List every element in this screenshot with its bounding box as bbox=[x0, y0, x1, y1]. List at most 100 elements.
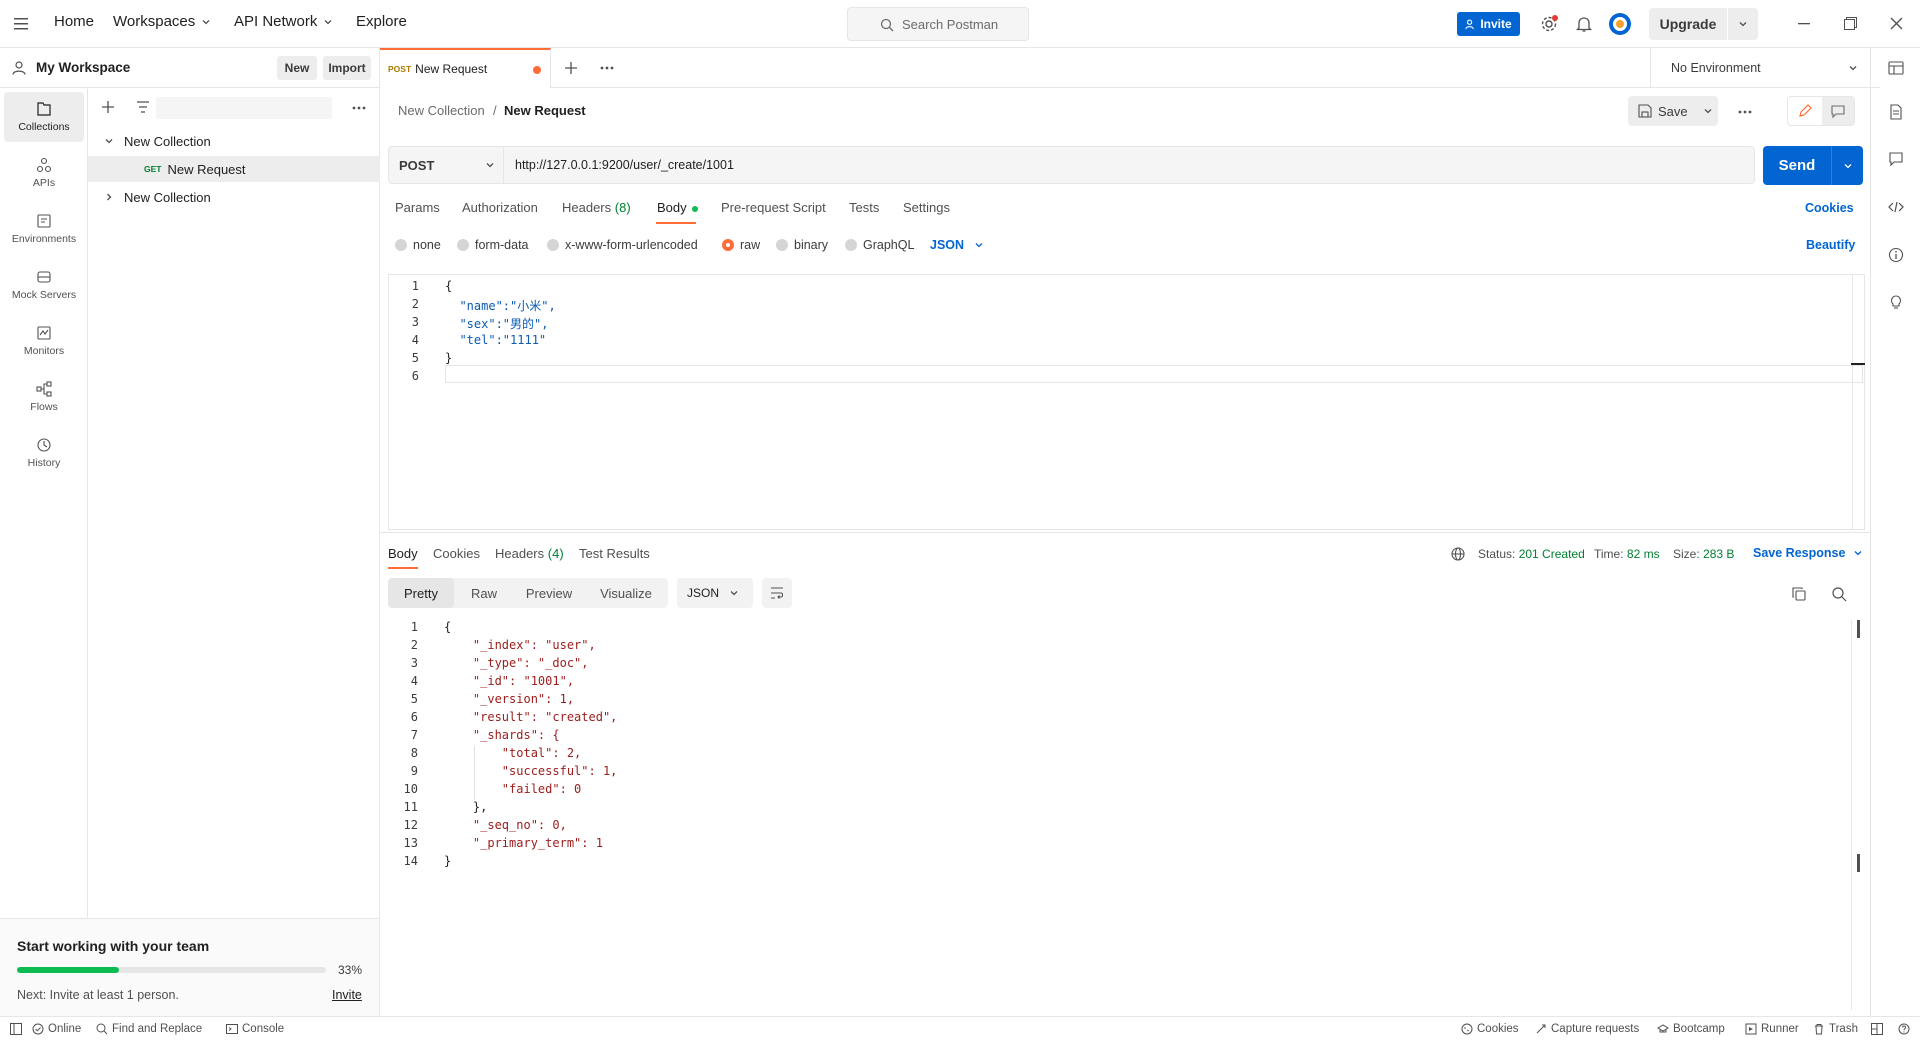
method-select[interactable]: POST bbox=[389, 147, 504, 183]
radio-x-www-form-urlencoded[interactable]: x-www-form-urlencoded bbox=[547, 238, 698, 252]
nav-api-network[interactable]: API Network bbox=[234, 13, 333, 30]
tab-body[interactable]: Body bbox=[657, 200, 699, 215]
wrap-lines-button[interactable] bbox=[762, 578, 792, 608]
rail-item-apis[interactable]: APIs bbox=[4, 148, 84, 198]
minimize-icon[interactable] bbox=[1798, 23, 1810, 25]
tree-item-request[interactable]: GET New Request bbox=[88, 156, 380, 182]
breadcrumb-collection[interactable]: New Collection bbox=[398, 103, 485, 118]
view-visualize[interactable]: Visualize bbox=[584, 578, 668, 608]
nav-workspaces[interactable]: Workspaces bbox=[113, 13, 211, 30]
response-size[interactable]: Size: 283 B bbox=[1673, 547, 1734, 561]
response-status[interactable]: Status: 201 Created bbox=[1478, 547, 1585, 561]
close-window-icon[interactable] bbox=[1890, 17, 1903, 30]
view-pretty[interactable]: Pretty bbox=[388, 578, 454, 608]
sidebar-search-input[interactable] bbox=[156, 97, 332, 119]
onboarding-invite-link[interactable]: Invite bbox=[332, 988, 362, 1002]
radio-raw[interactable]: raw bbox=[722, 238, 760, 252]
notifications-icon[interactable] bbox=[1576, 15, 1592, 33]
add-collection-icon[interactable] bbox=[101, 100, 115, 114]
find-and-replace[interactable]: Find and Replace bbox=[96, 1023, 202, 1035]
tab-new-request[interactable]: POST New Request bbox=[380, 48, 551, 88]
response-tab-cookies[interactable]: Cookies bbox=[433, 546, 480, 561]
avatar[interactable] bbox=[1608, 12, 1632, 36]
search-response-icon[interactable] bbox=[1831, 586, 1847, 602]
rail-item-collections[interactable]: Collections bbox=[4, 92, 84, 142]
view-preview[interactable]: Preview bbox=[514, 578, 584, 608]
upgrade-dropdown-button[interactable] bbox=[1728, 8, 1758, 40]
nav-home[interactable]: Home bbox=[54, 13, 94, 30]
info-icon[interactable] bbox=[1888, 247, 1904, 263]
environment-select[interactable]: No Environment bbox=[1650, 48, 1880, 88]
view-raw[interactable]: Raw bbox=[454, 578, 514, 608]
scroll-thumb[interactable] bbox=[1857, 854, 1860, 872]
menu-icon[interactable] bbox=[14, 17, 30, 31]
rail-item-monitors[interactable]: Monitors bbox=[4, 316, 84, 366]
online-status[interactable]: Online bbox=[32, 1023, 81, 1035]
edit-icon[interactable] bbox=[1788, 97, 1822, 125]
tab-options-icon[interactable] bbox=[600, 66, 614, 70]
upgrade-button[interactable]: Upgrade bbox=[1649, 8, 1727, 40]
response-tab-headers[interactable]: Headers (4) bbox=[495, 546, 564, 561]
breadcrumb-request[interactable]: New Request bbox=[504, 103, 586, 118]
radio-binary[interactable]: binary bbox=[776, 238, 828, 252]
help-icon[interactable] bbox=[1898, 1023, 1910, 1035]
toggle-sidebar-icon[interactable] bbox=[10, 1023, 22, 1035]
rail-item-history[interactable]: History bbox=[4, 428, 84, 478]
runner[interactable]: Runner bbox=[1745, 1023, 1799, 1035]
tab-params[interactable]: Params bbox=[395, 200, 440, 215]
lightbulb-icon[interactable] bbox=[1888, 294, 1904, 310]
new-tab-icon[interactable] bbox=[564, 61, 578, 75]
trash[interactable]: Trash bbox=[1813, 1023, 1858, 1035]
response-format-select[interactable]: JSON bbox=[677, 578, 753, 608]
response-time[interactable]: Time: 82 ms bbox=[1594, 547, 1660, 561]
maximize-icon[interactable] bbox=[1844, 17, 1857, 30]
radio-graphql[interactable]: GraphQL bbox=[845, 238, 914, 252]
nav-explore[interactable]: Explore bbox=[356, 13, 407, 30]
scroll-thumb[interactable] bbox=[1857, 620, 1860, 638]
response-tab-test-results[interactable]: Test Results bbox=[579, 546, 650, 561]
editor-scrollbar[interactable] bbox=[1852, 275, 1853, 529]
settings-icon[interactable] bbox=[1540, 15, 1558, 33]
search-input[interactable]: Search Postman bbox=[847, 7, 1029, 41]
body-format-select[interactable]: JSON bbox=[930, 238, 984, 252]
cookies-link[interactable]: Cookies bbox=[1805, 201, 1854, 215]
response-scrollbar[interactable] bbox=[1851, 620, 1852, 1010]
bootcamp[interactable]: Bootcamp bbox=[1657, 1023, 1725, 1035]
rail-item-environments[interactable]: Environments bbox=[4, 204, 84, 254]
workspace-title[interactable]: My Workspace bbox=[36, 60, 130, 75]
response-tab-body[interactable]: Body bbox=[388, 546, 418, 561]
tree-item-collection[interactable]: New Collection bbox=[88, 128, 380, 154]
response-divider[interactable] bbox=[380, 532, 1870, 533]
comments-icon[interactable] bbox=[1888, 151, 1904, 167]
request-body-editor[interactable]: 1 2 3 4 5 6 { "name":"小米", "sex":"男的", "… bbox=[388, 274, 1865, 530]
send-button[interactable]: Send bbox=[1763, 146, 1863, 185]
import-button[interactable]: Import bbox=[323, 56, 371, 80]
console-button[interactable]: Console bbox=[226, 1023, 284, 1035]
save-response-button[interactable]: Save Response bbox=[1753, 546, 1863, 560]
filter-icon[interactable] bbox=[136, 101, 150, 113]
statusbar-cookies[interactable]: Cookies bbox=[1461, 1023, 1519, 1035]
capture-requests[interactable]: Capture requests bbox=[1535, 1023, 1639, 1035]
save-button[interactable]: Save bbox=[1628, 96, 1718, 126]
invite-button[interactable]: Invite bbox=[1457, 12, 1520, 36]
globe-icon[interactable] bbox=[1451, 547, 1465, 561]
documentation-icon[interactable] bbox=[1888, 104, 1904, 120]
url-input[interactable]: http://127.0.0.1:9200/user/_create/1001 bbox=[515, 158, 734, 172]
environment-quicklook-icon[interactable] bbox=[1888, 60, 1904, 76]
tab-tests[interactable]: Tests bbox=[849, 200, 879, 215]
response-body-viewer[interactable]: 1 2 3 4 5 6 7 8 9 10 11 12 13 14 { "_ind… bbox=[388, 620, 1865, 1010]
chevron-down-icon[interactable] bbox=[1843, 161, 1853, 171]
beautify-link[interactable]: Beautify bbox=[1806, 238, 1855, 252]
radio-none[interactable]: none bbox=[395, 238, 441, 252]
new-button[interactable]: New bbox=[277, 56, 317, 80]
tree-item-collection[interactable]: New Collection bbox=[88, 184, 380, 210]
layout-icon[interactable] bbox=[1871, 1023, 1883, 1035]
tab-pre-request-script[interactable]: Pre-request Script bbox=[721, 200, 826, 215]
more-options-icon[interactable] bbox=[352, 106, 366, 110]
comment-view-icon[interactable] bbox=[1822, 97, 1854, 125]
rail-item-flows[interactable]: Flows bbox=[4, 372, 84, 422]
tab-headers[interactable]: Headers (8) bbox=[562, 200, 631, 215]
code-icon[interactable] bbox=[1888, 199, 1904, 215]
tab-settings[interactable]: Settings bbox=[903, 200, 950, 215]
copy-icon[interactable] bbox=[1791, 586, 1807, 602]
